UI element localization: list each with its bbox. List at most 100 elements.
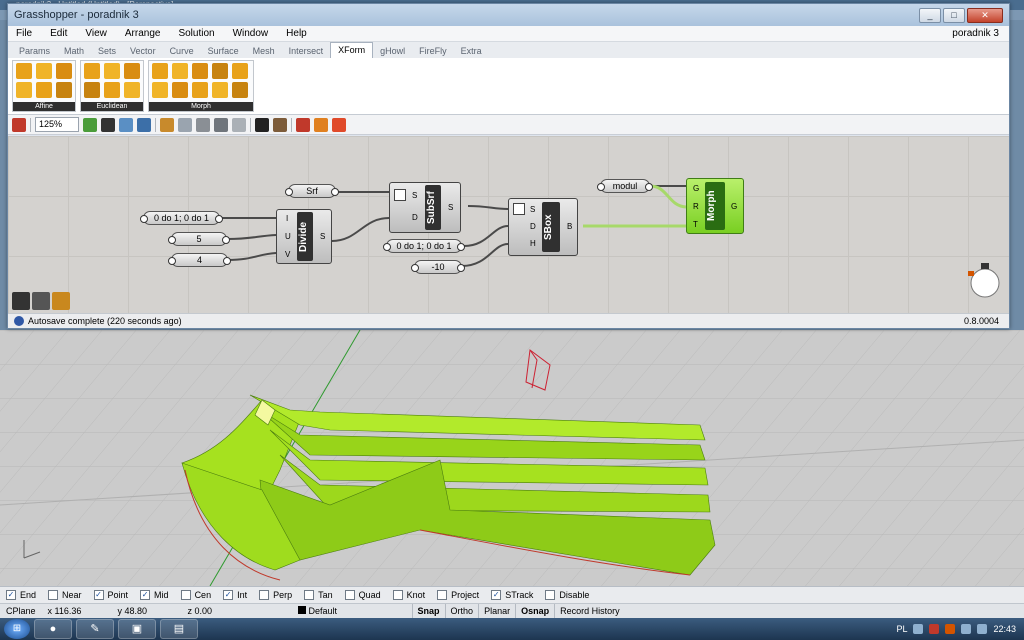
osnap-point[interactable]: ✓ Point xyxy=(93,590,128,600)
divide-component[interactable]: I U V Divide S xyxy=(276,209,332,264)
color-icon[interactable] xyxy=(296,117,310,132)
shear-icon[interactable] xyxy=(16,82,32,98)
record-history-pane[interactable]: Record History xyxy=(554,603,625,619)
srf-param[interactable]: Srf xyxy=(285,184,339,198)
uv-range-panel[interactable]: 0 do 1; 0 do 1 xyxy=(140,211,223,225)
checkbox[interactable] xyxy=(48,590,59,600)
perspective-viewport[interactable] xyxy=(0,330,1024,586)
clock[interactable]: 22:43 xyxy=(993,624,1016,634)
gear-icon[interactable] xyxy=(32,292,50,310)
tab-intersect[interactable]: Intersect xyxy=(282,44,331,58)
splop-icon[interactable] xyxy=(172,82,188,98)
checkbox[interactable] xyxy=(180,590,191,600)
osnap-perp[interactable]: Perp xyxy=(259,590,292,600)
osnap-pane[interactable]: Osnap xyxy=(515,603,554,619)
sbox-component[interactable]: S D H SBox B xyxy=(508,198,578,256)
tab-extra[interactable]: Extra xyxy=(454,44,489,58)
modul-param[interactable]: modul xyxy=(597,179,653,193)
morph-input-t[interactable]: T xyxy=(693,220,698,229)
checkbox[interactable] xyxy=(344,590,355,600)
stretch-icon[interactable] xyxy=(232,63,248,79)
language-indicator[interactable]: PL xyxy=(896,624,907,634)
orient-icon[interactable] xyxy=(84,82,100,98)
morph-output-g[interactable]: G xyxy=(731,202,737,211)
planar-pane[interactable]: Planar xyxy=(478,603,515,619)
tray-icon[interactable] xyxy=(913,624,924,634)
zoom-icon[interactable] xyxy=(83,117,97,132)
rotate-axis-icon[interactable] xyxy=(124,82,140,98)
render-icon[interactable] xyxy=(314,117,328,132)
morph-input-r[interactable]: R xyxy=(693,202,699,211)
mesh-preview-icon[interactable] xyxy=(232,117,246,132)
zoom-level-dropdown[interactable]: 125% xyxy=(35,117,79,132)
menu-edit[interactable]: Edit xyxy=(50,28,67,39)
folder-app-icon[interactable]: ▤ xyxy=(160,619,198,639)
sketch-icon[interactable] xyxy=(160,117,174,132)
snap-pane[interactable]: Snap xyxy=(411,603,445,619)
sphere-icon[interactable] xyxy=(178,117,192,132)
tab-curve[interactable]: Curve xyxy=(163,44,201,58)
divide-input-i[interactable]: I xyxy=(286,214,288,223)
start-button[interactable]: ⊞ xyxy=(4,619,30,639)
ortho-pane[interactable]: Ortho xyxy=(444,603,479,619)
twist-icon[interactable] xyxy=(172,63,188,79)
sbox-input-s[interactable]: S xyxy=(530,205,535,214)
chrome-app-icon[interactable]: ● xyxy=(34,619,72,639)
checkbox[interactable]: ✓ xyxy=(491,590,502,600)
checkbox[interactable]: ✓ xyxy=(93,590,104,600)
tab-params[interactable]: Params xyxy=(12,44,57,58)
tab-firefly[interactable]: FireFly xyxy=(412,44,454,58)
osnap-disable[interactable]: Disable xyxy=(545,590,589,600)
osnap-knot[interactable]: Knot xyxy=(392,590,425,600)
morph-component[interactable]: G R T Morph G xyxy=(686,178,744,234)
zoom-extents-icon[interactable] xyxy=(101,117,115,132)
menu-solution[interactable]: Solution xyxy=(178,28,214,39)
box-map-icon[interactable] xyxy=(56,82,72,98)
divide-output-s[interactable]: S xyxy=(320,232,325,241)
tab-sets[interactable]: Sets xyxy=(91,44,123,58)
sbox-input-d[interactable]: D xyxy=(530,222,536,231)
flow-icon[interactable] xyxy=(152,82,168,98)
gh-canvas[interactable]: Srf 0 do 1; 0 do 1 5 4 I U V Divide S S … xyxy=(8,136,1009,313)
divide-input-v[interactable]: V xyxy=(285,250,290,259)
osnap-int[interactable]: ✓ Int xyxy=(223,590,247,600)
checkbox[interactable] xyxy=(545,590,556,600)
osnap-mid[interactable]: ✓ Mid xyxy=(140,590,169,600)
menu-window[interactable]: Window xyxy=(233,28,269,39)
scale-icon[interactable] xyxy=(16,63,32,79)
menu-arrange[interactable]: Arrange xyxy=(125,28,161,39)
checkbox[interactable] xyxy=(392,590,403,600)
download-icon[interactable] xyxy=(12,292,30,310)
sbox-input-h[interactable]: H xyxy=(530,239,536,248)
tab-ghowl[interactable]: gHowl xyxy=(373,44,412,58)
osnap-strack[interactable]: ✓ STrack xyxy=(491,590,533,600)
osnap-near[interactable]: Near xyxy=(48,590,82,600)
rotate-3d-icon[interactable] xyxy=(124,63,140,79)
checkbox[interactable] xyxy=(304,590,315,600)
map-icon[interactable] xyxy=(119,117,133,132)
sporph-icon[interactable] xyxy=(192,82,208,98)
v-count-slider[interactable]: 4 xyxy=(168,253,231,267)
play-icon[interactable] xyxy=(255,117,269,132)
tray-icon[interactable] xyxy=(945,624,956,634)
osnap-tan[interactable]: Tan xyxy=(304,590,333,600)
preview-icon[interactable] xyxy=(196,117,210,132)
paint-icon[interactable] xyxy=(12,117,26,132)
osnap-cen[interactable]: Cen xyxy=(180,590,211,600)
pencil-app-icon[interactable]: ✎ xyxy=(76,619,114,639)
osnap-project[interactable]: Project xyxy=(437,590,479,600)
volume-icon[interactable] xyxy=(977,624,988,634)
tab-mesh[interactable]: Mesh xyxy=(246,44,282,58)
eye-icon[interactable] xyxy=(137,117,151,132)
checkbox[interactable] xyxy=(437,590,448,600)
divide-input-u[interactable]: U xyxy=(285,232,291,241)
h-range-panel[interactable]: 0 do 1; 0 do 1 xyxy=(383,239,465,253)
layer-indicator[interactable]: Default xyxy=(292,606,412,616)
bend-icon[interactable] xyxy=(192,63,208,79)
checkbox[interactable]: ✓ xyxy=(140,590,151,600)
osnap-end[interactable]: ✓ End xyxy=(6,590,36,600)
subsrf-output-s[interactable]: S xyxy=(448,203,453,212)
taper-icon[interactable] xyxy=(212,63,228,79)
surface-box-icon[interactable] xyxy=(212,82,228,98)
menu-help[interactable]: Help xyxy=(286,28,307,39)
